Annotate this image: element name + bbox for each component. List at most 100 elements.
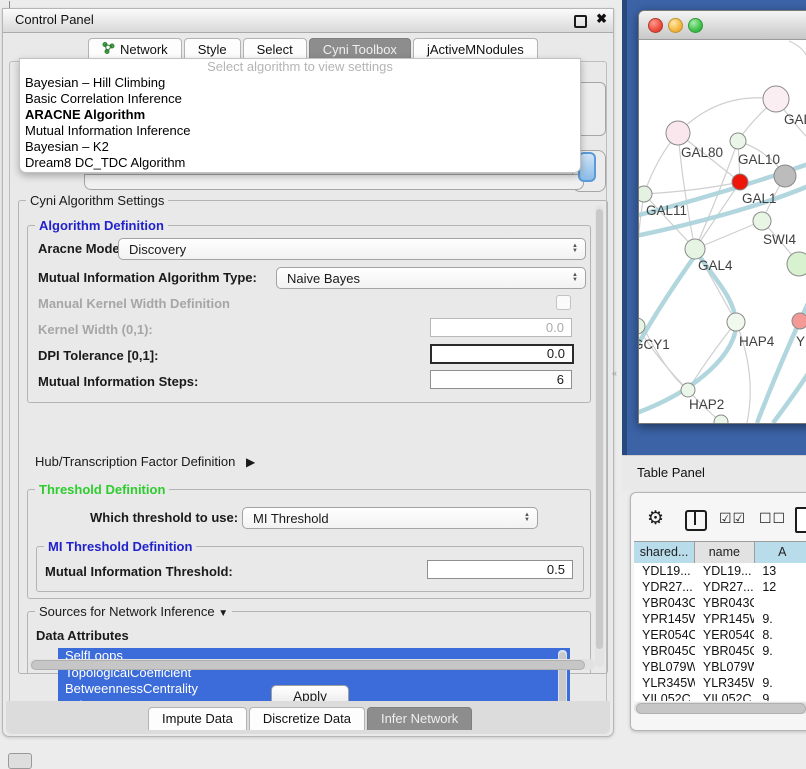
table-cell: YBR045C	[634, 643, 695, 659]
deselect-all-icon[interactable]: ☐☐	[759, 510, 786, 527]
hub-definition-label: Hub/Transcription Factor Definition	[35, 454, 235, 469]
document-icon[interactable]	[795, 507, 806, 533]
settings-hscrollbar-thumb[interactable]	[31, 660, 585, 670]
table-row[interactable]: YIL052CYIL052C9	[634, 691, 806, 701]
mi-steps-field[interactable]: 6	[430, 370, 572, 389]
algorithm-option[interactable]: Bayesian – Hill Climbing	[20, 75, 580, 91]
close-traffic-light-icon[interactable]	[648, 18, 663, 33]
table-row[interactable]: YBR043CYBR043C	[634, 595, 806, 611]
which-threshold-combobox[interactable]: MI Threshold ▲▼	[242, 507, 538, 529]
table-row[interactable]: YLR345WYLR345W9.	[634, 675, 806, 691]
network-node-hap4[interactable]	[727, 313, 745, 331]
network-node-gal80[interactable]	[666, 121, 690, 145]
network-node[interactable]	[774, 165, 796, 187]
mi-threshold-group-title: MI Threshold Definition	[44, 539, 196, 554]
node-label: GAL1	[742, 191, 777, 206]
mi-threshold-field[interactable]: 0.5	[427, 560, 573, 579]
settings-scrollbar-track[interactable]	[595, 205, 604, 667]
network-edge[interactable]	[639, 326, 688, 390]
aracne-mode-combobox[interactable]: Discovery ▲▼	[118, 238, 586, 260]
dpi-tolerance-field[interactable]: 0.0	[430, 344, 574, 364]
table-row[interactable]: YBL079WYBL079W	[634, 659, 806, 675]
mi-threshold-label: Mutual Information Threshold:	[45, 564, 233, 579]
manual-kernel-width-label: Manual Kernel Width Definition	[38, 296, 230, 311]
network-node-gal10[interactable]	[730, 133, 746, 149]
network-node-y[interactable]	[792, 313, 806, 329]
algorithm-dropdown-placeholder: Select algorithm to view settings	[20, 59, 580, 75]
mi-threshold-group: MI Threshold Definition Mutual Informati…	[36, 546, 584, 592]
node-label: GAL80	[681, 145, 723, 160]
control-panel-titlebar: Control Panel ✖	[3, 9, 613, 33]
tab-impute-data[interactable]: Impute Data	[148, 707, 247, 730]
network-node-gal4[interactable]	[685, 239, 705, 259]
minimized-panel-icon[interactable]	[8, 753, 32, 769]
column-header[interactable]: name	[695, 542, 755, 563]
kernel-width-label: Kernel Width (0,1):	[38, 322, 153, 337]
network-node-hap2[interactable]	[681, 383, 695, 397]
zoom-traffic-light-icon[interactable]	[688, 18, 703, 33]
float-window-icon[interactable]	[574, 15, 587, 28]
node-label: HAP4	[739, 334, 775, 349]
network-graph[interactable]: GALGAL80GAL10GAL1GAL11SWI4GAL4GCY1HAP4YH…	[639, 39, 806, 423]
network-node-gal[interactable]	[763, 86, 789, 112]
settings-hscrollbar-track[interactable]	[29, 659, 595, 670]
network-edge[interactable]	[773, 369, 806, 423]
network-edge[interactable]	[789, 41, 806, 57]
algorithm-option[interactable]: Basic Correlation Inference	[20, 91, 580, 107]
table-hscrollbar-track[interactable]	[634, 702, 806, 714]
algorithm-option[interactable]: ARACNE Algorithm	[20, 107, 580, 123]
expander-arrow-icon: ▶	[246, 455, 255, 469]
table-window: ⚙ ☑☑ ☐☐ shared...nameA YDL19...YDL19...1…	[630, 492, 806, 731]
table-cell	[754, 595, 806, 611]
table-row[interactable]: YBR045CYBR045C9.	[634, 643, 806, 659]
table-row[interactable]: YDL19...YDL19...13	[634, 563, 806, 579]
network-node[interactable]	[714, 415, 728, 423]
column-header[interactable]: shared...	[634, 542, 695, 563]
node-label: GAL11	[646, 203, 687, 218]
split-view-icon[interactable]	[685, 510, 707, 531]
table-cell: 8.	[754, 627, 806, 643]
split-divider	[694, 512, 696, 525]
network-node-gal11[interactable]	[639, 186, 652, 202]
algorithm-option[interactable]: Mutual Information Inference	[20, 123, 580, 139]
network-edge[interactable]	[678, 98, 776, 133]
network-node-swi4[interactable]	[753, 212, 771, 230]
table-cell: YLR345W	[695, 675, 754, 691]
kernel-width-field[interactable]: 0.0	[430, 318, 572, 337]
manual-kernel-width-checkbox[interactable]	[556, 295, 571, 310]
table-header: shared...nameA	[634, 541, 806, 564]
spinner-arrows-icon: ▲▼	[521, 513, 533, 523]
network-node-gal1[interactable]	[732, 174, 748, 190]
mi-algorithm-type-combobox[interactable]: Naive Bayes ▲▼	[276, 267, 586, 289]
minimize-traffic-light-icon[interactable]	[668, 18, 683, 33]
tab-infer-network[interactable]: Infer Network	[367, 707, 472, 730]
mi-algorithm-type-label: Mutual Information Algorithm Type:	[38, 270, 257, 285]
table-cell: 13	[754, 563, 806, 579]
table-cell: YIL052C	[695, 691, 754, 701]
aracne-mode-value: Discovery	[129, 242, 186, 257]
sources-group-title[interactable]: Sources for Network Inference ▼	[35, 604, 232, 621]
algorithm-option[interactable]: Dream8 DC_TDC Algorithm	[20, 155, 580, 171]
select-all-icon[interactable]: ☑☑	[719, 510, 746, 527]
splitter-collapse-icon[interactable]: «	[612, 368, 617, 378]
network-node[interactable]	[787, 252, 806, 276]
table-row[interactable]: YDR27...YDR27...12	[634, 579, 806, 595]
mi-algorithm-type-value: Naive Bayes	[287, 271, 360, 286]
gear-icon[interactable]: ⚙	[647, 507, 664, 530]
algorithm-option[interactable]: Bayesian – K2	[20, 139, 580, 155]
table-cell: YER054C	[634, 627, 695, 643]
table-row[interactable]: YER054CYER054C8.	[634, 627, 806, 643]
table-hscrollbar-thumb[interactable]	[636, 703, 806, 714]
node-label: GCY1	[639, 337, 670, 352]
settings-scrollbar-thumb[interactable]	[596, 209, 603, 649]
table-cell: YBL079W	[634, 659, 695, 675]
table-cell: YDL19...	[634, 563, 695, 579]
cyni-algorithm-settings-group: Cyni Algorithm Settings Algorithm Defini…	[18, 200, 608, 674]
table-body: YDL19...YDL19...13YDR27...YDR27...12YBR0…	[634, 563, 806, 701]
close-icon[interactable]: ✖	[596, 11, 607, 27]
tab-discretize-data[interactable]: Discretize Data	[249, 707, 365, 730]
column-header[interactable]: A	[755, 542, 806, 563]
hub-definition-expander[interactable]: Hub/Transcription Factor Definition ▶	[35, 454, 255, 469]
algorithm-dropdown-items: Bayesian – Hill ClimbingBasic Correlatio…	[20, 75, 580, 171]
table-row[interactable]: YPR145WYPR145W9.	[634, 611, 806, 627]
